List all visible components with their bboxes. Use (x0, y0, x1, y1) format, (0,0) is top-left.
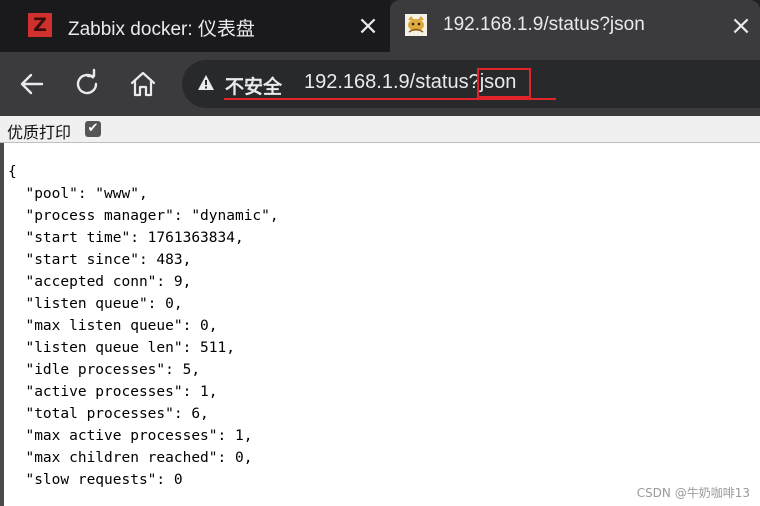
pretty-print-label: 优质打印 (7, 123, 72, 142)
back-arrow-icon[interactable] (16, 68, 48, 100)
reload-icon[interactable] (71, 68, 103, 100)
watermark: CSDN @牛奶咖啡13 (636, 486, 750, 500)
zabbix-logo-icon: Z (28, 13, 52, 37)
close-tab-icon[interactable]: × (357, 13, 379, 39)
home-icon[interactable] (127, 68, 159, 100)
json-line: "listen queue len": 511, (8, 340, 235, 356)
annotation-box (477, 68, 531, 98)
not-secure-label[interactable]: 不安全 (225, 72, 282, 99)
json-line: { (8, 164, 17, 180)
json-line: "active processes": 1, (8, 384, 218, 400)
json-line: "accepted conn": 9, (8, 274, 192, 290)
json-line: "start since": 483, (8, 252, 192, 268)
tab-title-zabbix: Zabbix docker: 仪表盘 (68, 19, 255, 40)
json-line: "slow requests": 0 (8, 472, 183, 488)
close-tab-icon[interactable]: × (730, 13, 752, 39)
pretty-print-bar (0, 116, 760, 143)
tab-title-status: 192.168.1.9/status?json (443, 14, 645, 35)
json-line: "idle processes": 5, (8, 362, 201, 378)
json-line: "max children reached": 0, (8, 450, 253, 466)
json-line: "process manager": "dynamic", (8, 208, 279, 224)
json-line: "max listen queue": 0, (8, 318, 218, 334)
tomcat-cat-icon (405, 14, 427, 36)
json-line: "max active processes": 1, (8, 428, 253, 444)
warning-triangle-icon[interactable] (197, 74, 215, 92)
json-content: { "pool": "www", "process manager": "dyn… (8, 161, 279, 491)
json-line: "start time": 1761363834, (8, 230, 244, 246)
page-left-edge (0, 143, 4, 506)
annotation-underline (224, 98, 556, 100)
pretty-print-checkbox[interactable]: ✔ (85, 121, 101, 137)
json-line: "listen queue": 0, (8, 296, 183, 312)
json-line: "total processes": 6, (8, 406, 209, 422)
json-line: "pool": "www", (8, 186, 148, 202)
